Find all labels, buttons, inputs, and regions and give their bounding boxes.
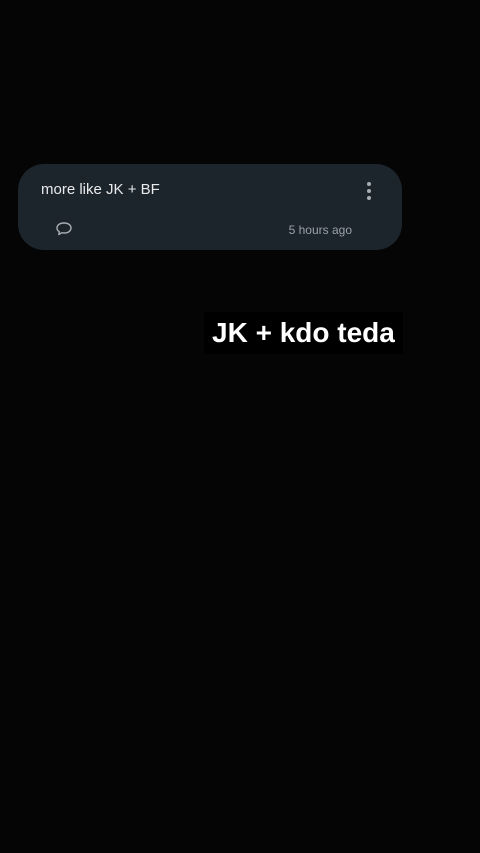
video-screen: more like JK + BF 5 hours ago JK + kdo t… bbox=[0, 0, 480, 853]
video-caption: JK + kdo teda bbox=[204, 312, 403, 354]
more-options-button[interactable] bbox=[358, 178, 380, 204]
comment-text: more like JK + BF bbox=[41, 181, 160, 198]
comment-timestamp: 5 hours ago bbox=[288, 223, 352, 237]
comment-card[interactable]: more like JK + BF 5 hours ago bbox=[18, 164, 402, 250]
speech-bubble-icon bbox=[56, 222, 72, 236]
reply-button[interactable] bbox=[55, 220, 73, 238]
vertical-dot bbox=[367, 189, 371, 193]
vertical-dot bbox=[367, 196, 371, 200]
vertical-dots-icon bbox=[367, 182, 371, 186]
